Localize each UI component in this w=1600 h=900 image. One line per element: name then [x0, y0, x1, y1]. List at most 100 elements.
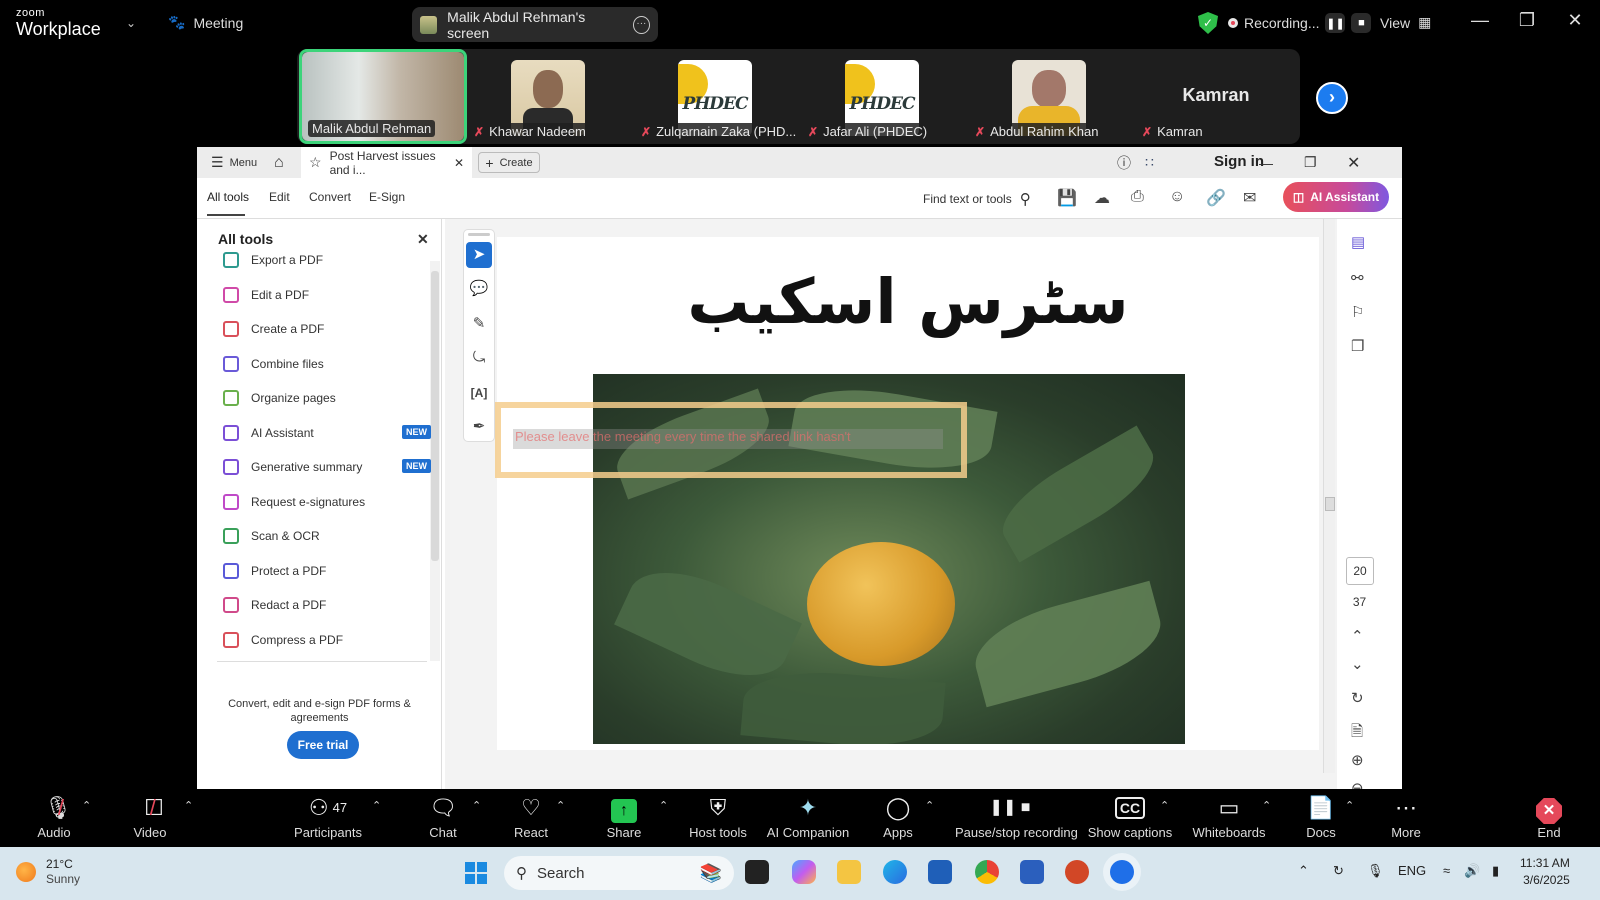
- minimize-button[interactable]: —: [1259, 147, 1273, 178]
- restore-button[interactable]: ❐: [1512, 10, 1542, 31]
- end-meeting-button[interactable]: ✕ End: [1494, 793, 1600, 840]
- help-icon[interactable]: ⓘ: [1117, 147, 1131, 178]
- apps-button[interactable]: ◯ Apps: [843, 793, 953, 840]
- participant-tile[interactable]: ✗ Khawar Nadeem: [464, 49, 632, 144]
- microsoft-store-icon[interactable]: [928, 860, 952, 884]
- captions-options-caret[interactable]: ⌃: [1160, 799, 1169, 812]
- rotate-icon[interactable]: ↻: [1351, 689, 1364, 707]
- tool-item[interactable]: Generative summary: [223, 456, 362, 478]
- participants-options-caret[interactable]: ⌃: [372, 799, 381, 812]
- restore-button[interactable]: ❐: [1304, 147, 1317, 178]
- participant-tile[interactable]: Kamran ✗ Kamran: [1132, 49, 1300, 144]
- document-tab[interactable]: ☆ Post Harvest issues and i... ✕: [301, 147, 472, 178]
- find-text-button[interactable]: Find text or tools ⚲: [923, 190, 1031, 208]
- panel-scrollbar[interactable]: [430, 261, 440, 661]
- upload-cloud-icon[interactable]: ☁: [1094, 188, 1110, 208]
- volume-icon[interactable]: 🔊: [1464, 863, 1480, 879]
- windows-start-icon[interactable]: [465, 862, 487, 884]
- current-page-input[interactable]: 20: [1346, 557, 1374, 585]
- tool-item[interactable]: Create a PDF: [223, 318, 324, 340]
- comments-icon[interactable]: ⚯: [1351, 269, 1364, 287]
- create-button[interactable]: + Create: [478, 152, 540, 173]
- audio-button[interactable]: 🎙/ Audio: [0, 793, 109, 840]
- tool-item[interactable]: Organize pages: [223, 387, 336, 409]
- print-icon[interactable]: ⎙: [1131, 188, 1144, 206]
- next-page-icon[interactable]: ⌄: [1351, 655, 1364, 673]
- audio-options-caret[interactable]: ⌃: [82, 799, 91, 812]
- zoom-app-icon[interactable]: [1110, 860, 1134, 884]
- document-scrollbar[interactable]: [1323, 219, 1335, 773]
- wifi-icon[interactable]: ≈: [1443, 863, 1450, 878]
- encryption-shield-icon[interactable]: ✓: [1198, 12, 1218, 34]
- tab-e-sign[interactable]: E-Sign: [369, 190, 405, 204]
- close-window-button[interactable]: ✕: [1560, 10, 1590, 31]
- more-options-icon[interactable]: ···: [632, 15, 650, 34]
- page-display-icon[interactable]: 🗎: [1351, 721, 1363, 746]
- draw-lasso-icon[interactable]: ⤿: [466, 345, 492, 371]
- word-icon[interactable]: [1020, 860, 1044, 884]
- tab-edit[interactable]: Edit: [269, 190, 290, 204]
- chrome-icon[interactable]: [975, 860, 999, 884]
- tool-item[interactable]: Request e-signatures: [223, 491, 365, 513]
- show-hidden-icons[interactable]: ⌃: [1298, 863, 1309, 879]
- taskbar-search[interactable]: ⚲ Search 📚: [504, 856, 734, 890]
- weather-widget[interactable]: 21°C Sunny: [16, 857, 80, 887]
- powerpoint-icon[interactable]: [1065, 860, 1089, 884]
- comment-tool-icon[interactable]: 💬: [466, 276, 492, 302]
- tab-all-tools[interactable]: All tools: [207, 190, 249, 216]
- copilot-icon[interactable]: [792, 860, 816, 884]
- rail-grip[interactable]: [468, 233, 490, 236]
- battery-icon[interactable]: ▮: [1492, 863, 1499, 879]
- tool-item[interactable]: Edit a PDF: [223, 284, 309, 306]
- highlight-pen-icon[interactable]: ✎: [466, 311, 492, 337]
- react-options-caret[interactable]: ⌃: [556, 799, 565, 812]
- share-user-icon[interactable]: ☺: [1169, 188, 1185, 206]
- sign-in-button[interactable]: Sign in: [1214, 153, 1264, 170]
- participants-button[interactable]: ⚇ 47 Participants: [273, 793, 383, 840]
- document-viewer[interactable]: سٹرس اسکیب Please leave the meeting ever…: [445, 219, 1375, 789]
- edge-browser-icon[interactable]: [883, 860, 907, 884]
- meeting-menu[interactable]: 🐾 Meeting: [168, 14, 243, 31]
- email-icon[interactable]: ✉: [1243, 188, 1256, 208]
- more-button[interactable]: ⋯ More: [1351, 793, 1461, 840]
- ai-assistant-button[interactable]: ◫ AI Assistant: [1283, 182, 1389, 212]
- chevron-down-icon[interactable]: ⌄: [126, 16, 136, 30]
- screen-share-indicator[interactable]: Malik Abdul Rehman's screen ···: [412, 7, 658, 42]
- close-tab-icon[interactable]: ✕: [454, 156, 464, 170]
- close-button[interactable]: ✕: [1347, 147, 1360, 178]
- previous-page-icon[interactable]: ⌃: [1351, 627, 1364, 645]
- bookmark-icon[interactable]: ⚐: [1351, 303, 1364, 321]
- free-trial-button[interactable]: Free trial: [287, 731, 359, 759]
- star-icon[interactable]: ☆: [309, 154, 322, 171]
- system-clock[interactable]: 11:31 AM 3/6/2025: [1520, 855, 1570, 889]
- close-panel-icon[interactable]: ✕: [417, 231, 429, 248]
- minimize-button[interactable]: —: [1465, 10, 1495, 31]
- save-icon[interactable]: 💾: [1057, 188, 1077, 208]
- menu-button[interactable]: ☰ Menu: [211, 147, 257, 178]
- participant-tile[interactable]: ✗ Abdul Rahim Khan: [965, 49, 1133, 144]
- language-indicator[interactable]: ENG: [1398, 863, 1426, 878]
- home-icon[interactable]: ⌂: [274, 147, 284, 178]
- tool-item[interactable]: Scan & OCR: [223, 525, 320, 547]
- tool-item[interactable]: Compress a PDF: [223, 629, 343, 651]
- tool-item[interactable]: Export a PDF: [223, 249, 323, 271]
- signature-pen-icon[interactable]: ✒: [466, 414, 492, 440]
- pause-recording-button[interactable]: ❚❚: [1325, 13, 1346, 33]
- sync-icon[interactable]: ↻: [1333, 863, 1344, 879]
- stop-recording-button[interactable]: ■: [1351, 13, 1372, 33]
- scrollbar-thumb[interactable]: [1325, 497, 1335, 511]
- participant-tile[interactable]: PHDEC ✗ Zulqarnain Zaka (PHD...: [631, 49, 801, 144]
- tool-item[interactable]: Combine files: [223, 353, 324, 375]
- tab-convert[interactable]: Convert: [309, 190, 351, 204]
- scrollbar-thumb[interactable]: [431, 271, 439, 561]
- tool-item[interactable]: Redact a PDF: [223, 594, 326, 616]
- text-box-icon[interactable]: [A]: [466, 380, 492, 406]
- ai-summary-icon[interactable]: ▤: [1351, 233, 1365, 251]
- pages-thumbnail-icon[interactable]: ❐: [1351, 337, 1364, 355]
- participant-tile[interactable]: Malik Abdul Rehman: [299, 49, 467, 144]
- video-options-caret[interactable]: ⌃: [184, 799, 193, 812]
- file-explorer-icon[interactable]: [837, 860, 861, 884]
- select-cursor-tool[interactable]: ➤: [466, 242, 492, 268]
- tool-item[interactable]: Protect a PDF: [223, 560, 326, 582]
- zoom-in-icon[interactable]: ⊕: [1351, 751, 1364, 769]
